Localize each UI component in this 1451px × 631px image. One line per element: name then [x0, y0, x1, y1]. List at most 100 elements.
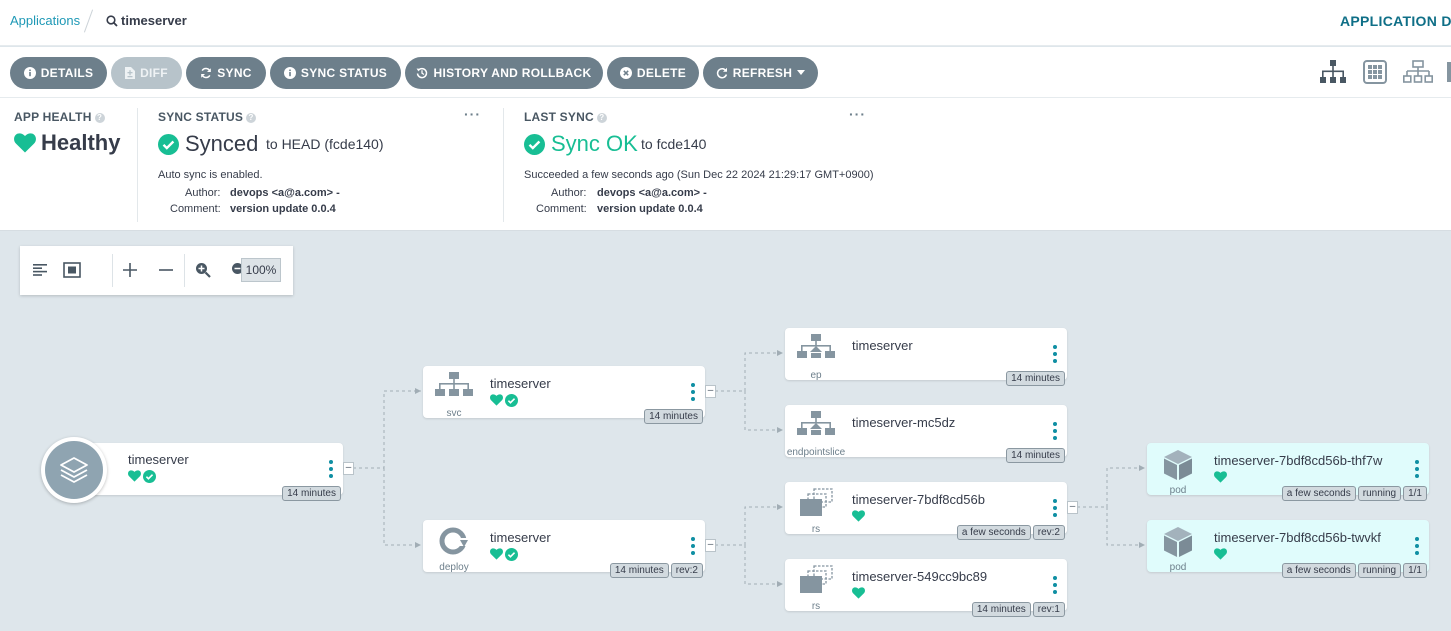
delete-button[interactable]: DELETE: [607, 57, 699, 89]
app-node[interactable]: timeserver 14 minutes –: [41, 437, 354, 503]
revision-tag: rev:2: [670, 563, 703, 578]
zoom-in-icon[interactable]: [191, 258, 215, 282]
app-node-icon-wrap: [41, 437, 107, 503]
collapse-toggle[interactable]: –: [705, 539, 716, 552]
pod-node-status: [1214, 548, 1227, 560]
svc-node[interactable]: svc timeserver 14 minutes –: [423, 366, 716, 424]
rs-node-current[interactable]: rs timeserver-7bdf8cd56b a few seconds re…: [785, 482, 1078, 540]
rs-node-title: timeserver-7bdf8cd56b: [852, 492, 985, 507]
endpointslice-node[interactable]: endpointslice timeserver-mc5dz 14 minute…: [785, 405, 1067, 463]
sync-status-label: SYNC STATUS: [300, 66, 388, 80]
rs-node-kind: rs: [811, 601, 821, 612]
page-title: APPLICATION DI: [1340, 13, 1451, 29]
ep-node-menu-icon[interactable]: [1053, 345, 1057, 363]
network-view-icon[interactable]: [1403, 60, 1434, 89]
app-node-card[interactable]: timeserver 14 minutes: [81, 443, 343, 501]
fit-to-screen-icon[interactable]: [60, 258, 84, 282]
help-icon[interactable]: ?: [246, 113, 257, 123]
sync-comment-label: Comment:: [170, 203, 221, 215]
deploy-node-kind: deploy: [439, 562, 469, 573]
collapse-toggle[interactable]: –: [705, 385, 716, 398]
heart-icon: [1214, 548, 1227, 560]
history-label: HISTORY AND ROLLBACK: [433, 66, 592, 80]
sync-status-title: SYNC STATUS: [158, 110, 244, 124]
pod-node-menu-icon[interactable]: [1415, 537, 1419, 555]
app-node-menu-icon[interactable]: [329, 460, 333, 478]
sync-comment-value: version update 0.0.4: [230, 203, 336, 215]
file-diff-icon: [125, 67, 136, 79]
heart-icon: [852, 510, 865, 522]
age-tag: 14 minutes: [644, 409, 703, 424]
diff-button[interactable]: DIFF: [111, 57, 182, 89]
rs-node-tags: a few seconds rev:2: [956, 525, 1065, 540]
state-tag: running: [1357, 563, 1402, 578]
service-icon: [435, 372, 473, 396]
rs-node-menu-icon[interactable]: [1053, 499, 1057, 517]
age-tag: 14 minutes: [282, 486, 341, 501]
rs-node-old[interactable]: rs timeserver-549cc9bc89 14 minutes rev:1: [785, 559, 1067, 617]
deploy-node[interactable]: deploy timeserver 14 minutes rev:2 –: [423, 520, 716, 578]
deploy-node-menu-icon[interactable]: [691, 537, 695, 555]
sync-status-header: SYNC STATUS?: [158, 110, 257, 124]
sync-button[interactable]: SYNC: [186, 57, 266, 89]
pod-icon: [1164, 527, 1192, 557]
tree-view-icon[interactable]: [1319, 60, 1347, 89]
svc-node-menu-icon[interactable]: [691, 383, 695, 401]
app-node-status: [128, 470, 156, 483]
pod-node-title: timeserver-7bdf8cd56b-twvkf: [1214, 530, 1381, 545]
sync-status-value: Synced: [185, 131, 259, 156]
align-left-icon[interactable]: [28, 258, 52, 282]
pod-node[interactable]: pod timeserver-7bdf8cd56b-thf7w a few se…: [1147, 443, 1429, 501]
sync-status-more-icon[interactable]: ···: [464, 106, 481, 122]
state-tag: running: [1357, 486, 1402, 501]
endpointslice-node-title: timeserver-mc5dz: [852, 415, 956, 430]
revision-tag: rev:2: [1032, 525, 1065, 540]
breadcrumb-current[interactable]: timeserver: [106, 13, 187, 28]
endpointslice-node-menu-icon[interactable]: [1053, 422, 1057, 440]
list-view-icon[interactable]: [1447, 60, 1451, 89]
sync-status-button[interactable]: SYNC STATUS: [270, 57, 401, 89]
collapse-toggle[interactable]: –: [1067, 501, 1078, 514]
sync-icon: [201, 67, 212, 79]
age-tag: 14 minutes: [1006, 448, 1065, 463]
pods-view-icon[interactable]: [1363, 60, 1387, 89]
zoom-level[interactable]: 100%: [241, 258, 281, 282]
graph-zoom-toolbar: 100%: [20, 246, 293, 295]
help-icon[interactable]: ?: [94, 113, 105, 123]
expand-icon[interactable]: [118, 258, 142, 282]
rs-node-tags: 14 minutes rev:1: [971, 602, 1065, 617]
endpoints-icon: [797, 334, 835, 358]
details-button[interactable]: DETAILS: [10, 57, 107, 89]
refresh-icon: [716, 67, 727, 79]
rs-node-status: [852, 510, 865, 522]
pod-icon: [1164, 450, 1192, 480]
collapse-icon[interactable]: [154, 258, 178, 282]
sync-label: SYNC: [217, 66, 252, 80]
svc-node-tags: 14 minutes: [644, 409, 703, 424]
rs-node-menu-icon[interactable]: [1053, 576, 1057, 594]
ready-tag: 1/1: [1403, 563, 1427, 578]
pod-node-kind: pod: [1169, 485, 1187, 496]
check-circle-icon: [158, 133, 179, 155]
collapse-toggle[interactable]: –: [343, 462, 354, 475]
pod-node-title: timeserver-7bdf8cd56b-thf7w: [1214, 453, 1383, 468]
ep-node-title: timeserver: [852, 338, 913, 353]
refresh-button[interactable]: REFRESH: [703, 57, 818, 89]
help-icon[interactable]: ?: [596, 113, 607, 123]
auto-sync-text: Auto sync is enabled.: [158, 169, 263, 181]
sync-status-target: to HEAD (fcde140): [266, 136, 384, 152]
age-tag: 14 minutes: [1006, 371, 1065, 386]
app-health-header: APP HEALTH?: [14, 110, 105, 124]
sync-status-value-row: Synced: [158, 131, 258, 157]
pod-node[interactable]: pod timeserver-7bdf8cd56b-twvkf a few se…: [1147, 520, 1429, 578]
breadcrumb-applications-link[interactable]: Applications: [10, 13, 80, 28]
svc-node-title: timeserver: [490, 376, 551, 391]
heart-icon: [490, 548, 503, 560]
pod-node-menu-icon[interactable]: [1415, 460, 1419, 478]
details-label: DETAILS: [40, 66, 94, 80]
ep-node[interactable]: ep timeserver 14 minutes: [785, 328, 1067, 386]
history-rollback-button[interactable]: HISTORY AND ROLLBACK: [405, 57, 603, 89]
refresh-label: REFRESH: [732, 66, 793, 80]
rs-node-status: [852, 587, 865, 599]
last-sync-more-icon[interactable]: ···: [849, 106, 866, 122]
